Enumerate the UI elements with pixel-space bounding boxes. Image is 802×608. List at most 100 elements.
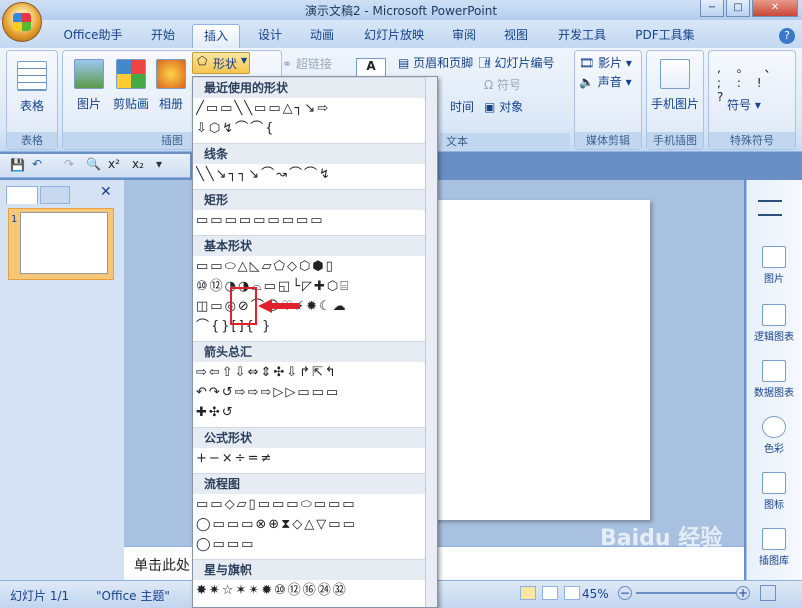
superscript-button[interactable]: x² [108, 157, 120, 171]
right-panel-color[interactable]: 色彩 [752, 416, 796, 455]
shapes-label: 形状 [213, 57, 238, 71]
album-button[interactable]: 相册 [153, 59, 189, 112]
datetime-button[interactable]: 时间 [450, 97, 474, 118]
shape-category-title: 公式形状 [193, 427, 435, 448]
subscript-button[interactable]: x₂ [132, 157, 144, 171]
phone-picture-button[interactable]: 手机图片 [647, 59, 703, 112]
maximize-button[interactable]: □ [726, 0, 750, 17]
shape-row[interactable]: +−×÷=≠ [196, 449, 434, 469]
shape-row[interactable]: ◯▭▭▭ [196, 535, 434, 555]
logic-chart-icon [762, 304, 786, 326]
shapes-button[interactable]: ⬠ 形状 ▼ [192, 52, 250, 74]
header-footer-button[interactable]: ▤ 页眉和页脚 [398, 53, 473, 74]
tab-developer[interactable]: 开发工具 [550, 24, 614, 48]
tab-pdf-tools[interactable]: PDF工具集 [630, 24, 700, 48]
shape-category-title: 流程图 [193, 473, 435, 494]
right-panel-logic-chart[interactable]: 逻辑图表 [752, 304, 796, 343]
phone-picture-label: 手机图片 [650, 97, 699, 111]
fit-window-button[interactable] [760, 585, 776, 601]
shape-category-title: 星与旗帜 [193, 559, 435, 580]
shape-row[interactable]: ◯▭▭▭⊗⊕⧗◇△▽▭▭ [196, 515, 434, 535]
windmill-icon [762, 528, 786, 550]
hyperlink-button[interactable]: ⚭ 超链接 [282, 54, 332, 75]
shape-row[interactable]: ✚✣↺ [196, 403, 434, 423]
zoom-out-button[interactable]: − [618, 586, 632, 600]
link-icon: ⚭ [282, 57, 296, 71]
tab-review[interactable]: 审阅 [444, 24, 484, 48]
clipart-button[interactable]: 剪贴画 [109, 59, 153, 112]
special-chars[interactable]: , 。 、 ; : ! ? [709, 51, 795, 104]
symbol-button[interactable]: Ω 符号 [484, 75, 521, 96]
right-panel-data-label: 数据图表 [754, 388, 794, 399]
slides-tab[interactable] [6, 186, 38, 204]
table-icon [17, 61, 47, 91]
tab-slideshow[interactable]: 幻灯片放映 [356, 24, 432, 48]
close-button[interactable]: ✕ [752, 0, 798, 17]
right-panel-color-label: 色彩 [764, 444, 784, 455]
table-button[interactable]: 表格 [7, 61, 57, 114]
shape-row[interactable]: ╲╲↘┐┐↘⌒↝⌒⌒↯ [196, 165, 434, 185]
sound-button[interactable]: 🔈 声音 ▾ [575, 72, 641, 93]
shape-row[interactable]: ▭▭▭▭▭▭▭▭ [196, 601, 434, 607]
shape-row[interactable]: ↶↷↺⇨⇨⇨▷▷▭▭▭ [196, 383, 434, 403]
shape-category-title: 箭头总汇 [193, 341, 435, 362]
zoom-in-button[interactable]: + [736, 586, 750, 600]
shape-row[interactable]: ▭▭⬭△◺▱⬠◇⬡⬢▯ [196, 257, 434, 277]
help-icon[interactable]: ? [779, 28, 795, 44]
palette-icon [762, 416, 786, 438]
right-panel-picture[interactable]: 图片 [752, 246, 796, 285]
sound-label: 声音 [597, 75, 622, 89]
undo-icon[interactable]: ↶ [32, 157, 42, 171]
normal-view-button[interactable] [520, 586, 536, 600]
quick-access-toolbar [44, 0, 194, 20]
zoom-level: 45% [582, 587, 609, 601]
movie-button[interactable]: 🎞 影片 ▾ [575, 51, 641, 72]
shape-row[interactable]: ⇨⇦⇧⇩⇔⇕✣⇩↱⇱↰ [196, 363, 434, 383]
theme-name: "Office 主题" [96, 589, 170, 603]
shape-row[interactable]: ╱▭▭╲╲▭▭△┐↘⇨ [196, 99, 434, 119]
phone-icon [660, 59, 690, 89]
right-panel-icon[interactable]: 图标 [752, 472, 796, 511]
slide-number-button[interactable]: #⃞ 幻灯片编号 [484, 53, 555, 74]
slide-count: 幻灯片 1/1 [10, 589, 70, 603]
slide-number-label: 幻灯片编号 [494, 56, 555, 70]
special-symbol-label: 符号 [727, 98, 752, 112]
chevron-down-icon: ▼ [241, 56, 248, 65]
right-panel-data-chart[interactable]: 数据图表 [752, 360, 796, 399]
shape-row[interactable]: ✸✷☆✶✴✹⑩⑫⑯㉔㉜ [196, 581, 434, 601]
slide-thumbnail[interactable] [20, 212, 108, 274]
tab-animation[interactable]: 动画 [300, 24, 344, 48]
page-icon: ▤ [398, 56, 414, 70]
sorter-view-button[interactable] [542, 586, 558, 600]
menu-icon[interactable] [758, 200, 782, 216]
phone-group-label: 手机插图 [647, 132, 703, 149]
shape-row[interactable]: ▭▭▭▭▭▭▭▭▭ [196, 211, 434, 231]
tab-insert[interactable]: 插入 [192, 24, 240, 48]
close-pane-icon[interactable]: ✕ [100, 184, 112, 200]
table-button-label: 表格 [19, 99, 44, 113]
baidu-watermark: Baidu 经验 [600, 526, 723, 551]
shape-row[interactable]: ⇩⬡↯⌒⌒{ [196, 119, 434, 139]
redo-icon[interactable]: ↷ [64, 157, 74, 171]
right-panel-icon-label: 图标 [764, 500, 784, 511]
symbol-label: 符号 [496, 78, 521, 92]
slideshow-view-button[interactable] [564, 586, 580, 600]
red-arrow-icon [258, 299, 300, 313]
picture-button[interactable]: 图片 [69, 59, 109, 112]
right-panel-gallery[interactable]: 插图库 [752, 528, 796, 567]
object-button[interactable]: ▣ 对象 [484, 97, 523, 118]
outline-tab[interactable] [40, 186, 70, 204]
tab-home[interactable]: 开始 [140, 24, 186, 48]
office-button[interactable] [2, 2, 42, 42]
shape-row[interactable]: ▭▭◇▱▯▭▭▭⬭▭▭▭ [196, 495, 434, 515]
minimize-button[interactable]: − [700, 0, 724, 17]
print-preview-icon[interactable]: 🔍 [86, 157, 101, 171]
tab-design[interactable]: 设计 [248, 24, 292, 48]
save-icon[interactable]: 💾 [10, 158, 25, 172]
tab-office-helper[interactable]: Office助手 [56, 24, 130, 48]
customize-icon[interactable]: ▾ [156, 157, 162, 171]
tab-view[interactable]: 视图 [496, 24, 536, 48]
chart-picture-icon [762, 246, 786, 268]
zoom-slider[interactable] [636, 592, 736, 594]
gallery-scrollbar[interactable] [425, 77, 437, 607]
